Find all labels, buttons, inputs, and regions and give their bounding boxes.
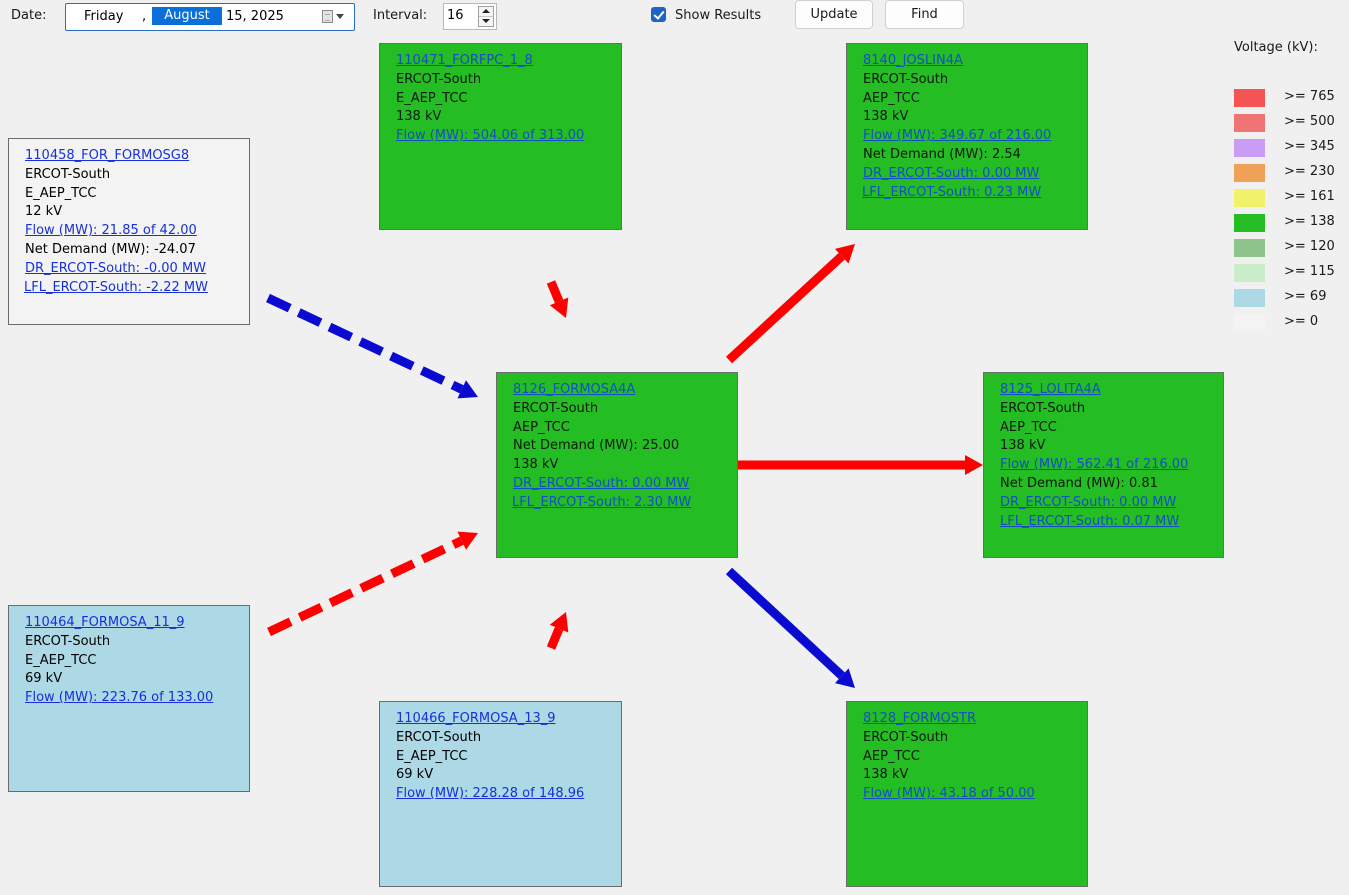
lfl-link[interactable]: LFL_ERCOT-South: 2.30 MW xyxy=(512,494,737,513)
bus-node-formosg8: 110458_FOR_FORMOSG8 ERCOT-South E_AEP_TC… xyxy=(8,138,250,325)
flow-arrow-formosa13-to-center xyxy=(546,612,569,650)
bus-name-link[interactable]: 110458_FOR_FORMOSG8 xyxy=(25,147,249,166)
bus-voltage: 138 kV xyxy=(513,457,559,473)
flow-line xyxy=(546,280,564,304)
bus-voltage: 138 kV xyxy=(863,109,909,125)
bus-owner: AEP_TCC xyxy=(863,90,920,106)
lfl-link[interactable]: LFL_ERCOT-South: -2.22 MW xyxy=(24,279,249,298)
bus-owner: AEP_TCC xyxy=(1000,419,1057,435)
flow-link[interactable]: Flow (MW): 562.41 of 216.00 xyxy=(1000,456,1223,475)
bus-zone: ERCOT-South xyxy=(863,729,949,745)
bus-voltage: 138 kV xyxy=(863,767,909,783)
flow-line xyxy=(266,293,464,394)
bus-voltage: 138 kV xyxy=(396,109,442,125)
net-demand: Net Demand (MW): -24.07 xyxy=(25,241,196,257)
flow-arrow-forfpc-to-center xyxy=(546,280,569,318)
flow-line xyxy=(725,252,845,364)
flow-link[interactable]: Flow (MW): 228.28 of 148.96 xyxy=(396,785,621,804)
arrowhead-icon xyxy=(965,455,983,475)
bus-zone: ERCOT-South xyxy=(396,71,482,87)
bus-node-lolita: 8125_LOLITA4A ERCOT-South AEP_TCC 138 kV… xyxy=(983,372,1224,558)
flow-line xyxy=(725,567,845,680)
bus-node-formostr: 8128_FORMOSTR ERCOT-South AEP_TCC 138 kV… xyxy=(846,701,1088,887)
lfl-link[interactable]: LFL_ERCOT-South: 0.23 MW xyxy=(862,184,1087,203)
bus-zone: ERCOT-South xyxy=(396,729,482,745)
bus-node-formosa11: 110464_FORMOSA_11_9 ERCOT-South E_AEP_TC… xyxy=(8,605,250,792)
bus-voltage: 69 kV xyxy=(396,767,434,783)
bus-node-joslin: 8140_JOSLIN4A ERCOT-South AEP_TCC 138 kV… xyxy=(846,43,1088,230)
bus-owner: E_AEP_TCC xyxy=(25,185,97,201)
flow-arrow-formosg8-to-center xyxy=(266,293,478,399)
bus-voltage: 12 kV xyxy=(25,204,63,220)
bus-name-link[interactable]: 110466_FORMOSA_13_9 xyxy=(396,710,621,729)
net-demand: Net Demand (MW): 25.00 xyxy=(513,438,680,454)
bus-voltage: 138 kV xyxy=(1000,438,1046,454)
flow-line xyxy=(546,626,564,650)
bus-zone: ERCOT-South xyxy=(25,633,111,649)
flow-link[interactable]: Flow (MW): 21.85 of 42.00 xyxy=(25,222,249,241)
dr-link[interactable]: DR_ERCOT-South: 0.00 MW xyxy=(1000,494,1223,513)
flow-arrow-formosa11-to-center xyxy=(267,531,478,637)
bus-owner: E_AEP_TCC xyxy=(396,748,468,764)
bus-zone: ERCOT-South xyxy=(513,400,599,416)
bus-zone: ERCOT-South xyxy=(863,71,949,87)
bus-voltage: 69 kV xyxy=(25,671,63,687)
bus-zone: ERCOT-South xyxy=(25,166,111,182)
flow-link[interactable]: Flow (MW): 223.76 of 133.00 xyxy=(25,689,249,708)
bus-owner: E_AEP_TCC xyxy=(25,652,97,668)
flow-arrow-center-to-lolita xyxy=(738,455,983,475)
dr-link[interactable]: DR_ERCOT-South: 0.00 MW xyxy=(863,165,1087,184)
net-demand: Net Demand (MW): 2.54 xyxy=(863,146,1021,162)
flow-link[interactable]: Flow (MW): 349.67 of 216.00 xyxy=(863,127,1087,146)
bus-node-formosa13: 110466_FORMOSA_13_9 ERCOT-South E_AEP_TC… xyxy=(379,701,622,887)
lfl-link[interactable]: LFL_ERCOT-South: 0.07 MW xyxy=(1000,513,1223,532)
flow-arrow-center-to-formostr xyxy=(725,567,855,688)
net-demand: Net Demand (MW): 0.81 xyxy=(1000,475,1158,491)
bus-name-link[interactable]: 110471_FORFPC_1_8 xyxy=(396,52,621,71)
bus-name-link[interactable]: 8125_LOLITA4A xyxy=(1000,381,1223,400)
bus-node-center: 8126_FORMOSA4A ERCOT-South AEP_TCC Net D… xyxy=(496,372,738,558)
bus-owner: E_AEP_TCC xyxy=(396,90,468,106)
flow-line xyxy=(267,536,464,637)
bus-zone: ERCOT-South xyxy=(1000,400,1086,416)
dr-link[interactable]: DR_ERCOT-South: -0.00 MW xyxy=(25,260,249,279)
bus-name-link[interactable]: 110464_FORMOSA_11_9 xyxy=(25,614,249,633)
flow-link[interactable]: Flow (MW): 43.18 of 50.00 xyxy=(863,785,1087,804)
flow-arrow-center-to-joslin xyxy=(725,244,855,364)
bus-owner: AEP_TCC xyxy=(863,748,920,764)
bus-name-link[interactable]: 8128_FORMOSTR xyxy=(863,710,1087,729)
dr-link[interactable]: DR_ERCOT-South: 0.00 MW xyxy=(513,475,737,494)
bus-owner: AEP_TCC xyxy=(513,419,570,435)
bus-node-forfpc: 110471_FORFPC_1_8 ERCOT-South E_AEP_TCC … xyxy=(379,43,622,230)
bus-name-link[interactable]: 8140_JOSLIN4A xyxy=(863,52,1087,71)
bus-name-link[interactable]: 8126_FORMOSA4A xyxy=(513,381,737,400)
flow-link[interactable]: Flow (MW): 504.06 of 313.00 xyxy=(396,127,621,146)
